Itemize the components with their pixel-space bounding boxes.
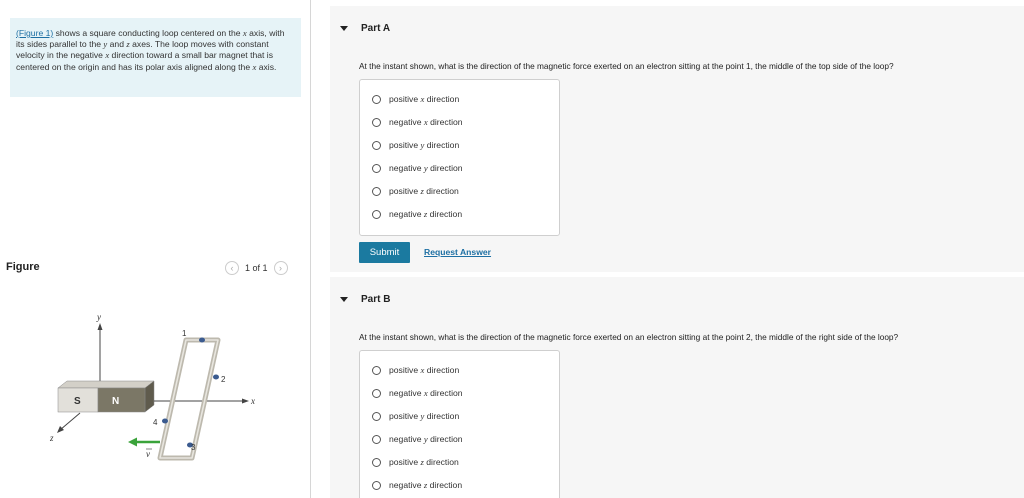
pager-text: 1 of 1 [245,263,268,273]
conducting-loop [157,337,221,461]
y-axis-arrow [97,323,103,330]
choice-positive-y[interactable]: positive y direction [372,140,459,150]
radio-button[interactable] [372,411,381,421]
part-a-header[interactable]: Part A [330,6,1024,50]
point-2-marker [213,374,219,380]
choice-negative-y[interactable]: negative y direction [372,434,463,444]
point-1-label: 1 [182,329,187,338]
part-b-body: At the instant shown, what is the direct… [330,321,1024,498]
choice-label: negative y direction [389,163,463,173]
choice-positive-x[interactable]: positive x direction [372,94,459,104]
velocity-arrow-head [128,437,137,447]
choice-label: positive x direction [389,94,460,104]
panel-divider [310,0,311,498]
radio-button[interactable] [372,434,381,444]
point-1-marker [199,337,205,343]
choice-label: negative z direction [389,209,463,219]
radio-button[interactable] [372,117,381,127]
choice-positive-x[interactable]: positive x direction [372,365,459,375]
magnet-s-label: S [74,396,81,407]
part-a-question: At the instant shown, what is the direct… [359,61,894,71]
choice-positive-z[interactable]: positive z direction [372,457,459,467]
submit-button[interactable]: Submit [359,242,410,263]
chevron-left-icon[interactable]: ‹ [225,261,239,275]
left-panel: (Figure 1) shows a square conducting loo… [0,0,310,498]
z-axis-line [59,412,81,431]
choice-positive-z[interactable]: positive z direction [372,186,459,196]
radio-button[interactable] [372,365,381,375]
part-a-choices: positive x direction negative x directio… [359,79,560,236]
questions-panel: Part A At the instant shown, what is the… [330,0,1024,498]
magnet-n-label: N [112,396,119,407]
caret-down-icon[interactable] [340,296,348,302]
choice-negative-z[interactable]: negative z direction [372,480,462,490]
figure-pager: ‹ 1 of 1 › [225,261,288,275]
part-b-question: At the instant shown, what is the direct… [359,332,899,342]
radio-button[interactable] [372,209,381,219]
choice-label: positive z direction [389,457,459,467]
choice-negative-x[interactable]: negative x direction [372,117,463,127]
radio-button[interactable] [372,94,381,104]
radio-button[interactable] [372,163,381,173]
choice-label: positive z direction [389,186,459,196]
choice-label: positive y direction [389,140,460,150]
choice-label: negative y direction [389,434,463,444]
chevron-right-icon[interactable]: › [273,261,288,275]
intro-text-1: shows a square conducting loop centered … [53,28,243,38]
choice-negative-y[interactable]: negative y direction [372,163,463,173]
choice-negative-z[interactable]: negative z direction [372,209,462,219]
radio-button[interactable] [372,457,381,467]
point-4-marker [162,418,168,424]
radio-button[interactable] [372,388,381,398]
radio-button[interactable] [372,140,381,150]
point-4-label: 4 [153,418,158,427]
intro-text-6: axis. [256,61,277,72]
figure-heading: Figure [6,261,40,273]
request-answer-link[interactable]: Request Answer [424,247,491,257]
part-b-header[interactable]: Part B [330,277,1024,321]
choice-label: negative z direction [389,480,463,490]
choice-label: negative x direction [389,117,463,127]
choice-negative-x[interactable]: negative x direction [372,388,463,398]
part-b-choices: positive x direction negative x directio… [359,350,560,498]
x-axis-arrow [242,398,249,404]
conducting-loop-highlight [159,339,219,459]
figure-link[interactable]: (Figure 1) [16,28,53,38]
velocity-label: v [146,449,150,459]
axis-label-x: x [250,396,255,406]
part-a-title: Part A [361,22,391,34]
point-3-label: 3 [191,443,196,452]
choice-label: positive y direction [389,411,460,421]
part-b-title: Part B [361,293,391,305]
caret-down-icon[interactable] [340,25,348,31]
axis-label-z: z [49,433,54,443]
choice-label: negative x direction [389,388,463,398]
choice-positive-y[interactable]: positive y direction [372,411,459,421]
magnet-top-face [57,380,155,389]
part-a-body: At the instant shown, what is the direct… [330,50,1024,272]
magnet-n-pole [97,387,146,413]
choice-label: positive x direction [389,365,460,375]
radio-button[interactable] [372,480,381,490]
problem-intro: (Figure 1) shows a square conducting loo… [10,18,301,97]
point-2-label: 2 [221,375,226,384]
intro-text-3: and [107,39,127,50]
axis-label-y: y [96,312,101,322]
figure-diagram: y z S N x 1 2 3 4 v [49,312,255,461]
radio-button[interactable] [372,186,381,196]
